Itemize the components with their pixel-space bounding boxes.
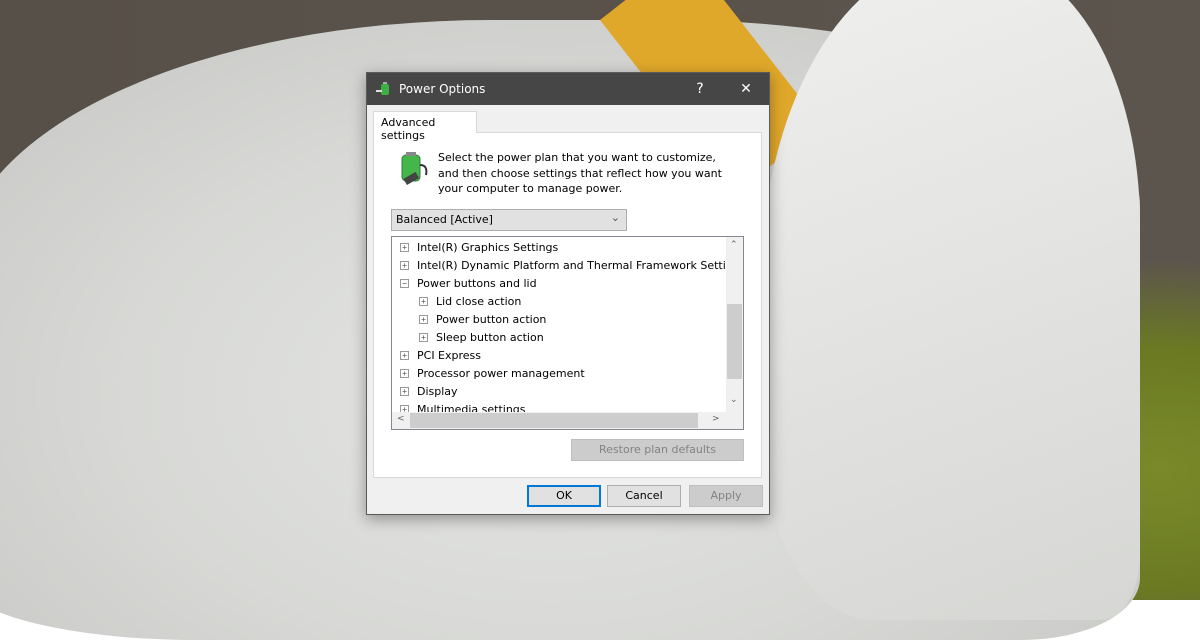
expand-icon[interactable]: + xyxy=(400,368,409,378)
power-options-dialog: Power Options ? ✕ Advanced settings Sele… xyxy=(366,72,770,515)
tree-item[interactable]: + PCI Express xyxy=(400,346,481,364)
ok-button[interactable]: OK xyxy=(527,485,601,507)
tree-item[interactable]: + Lid close action xyxy=(419,292,521,310)
wallpaper-petal xyxy=(760,0,1140,620)
tree-item-label: Sleep button action xyxy=(436,330,544,344)
settings-tree[interactable]: + Intel(R) Graphics Settings + Intel(R) Dyn… xyxy=(391,236,744,430)
tree-item-label: Intel(R) Dynamic Platform and Thermal Fr… xyxy=(417,258,744,272)
advanced-settings-panel: Select the power plan that you want to c… xyxy=(373,132,762,478)
tree-item-label: Processor power management xyxy=(417,366,585,380)
tree-item[interactable]: + Intel(R) Graphics Settings xyxy=(400,238,558,256)
horizontal-scrollbar[interactable]: < > xyxy=(392,412,743,429)
expand-icon[interactable]: + xyxy=(400,386,409,396)
chevron-down-icon: ⌄ xyxy=(610,211,620,224)
close-button[interactable]: ✕ xyxy=(723,81,769,97)
apply-button[interactable]: Apply xyxy=(689,485,763,507)
power-options-icon xyxy=(376,82,389,95)
tree-item[interactable]: + Intel(R) Dynamic Platform and Thermal F… xyxy=(400,256,744,274)
help-button[interactable]: ? xyxy=(677,81,723,97)
tree-item[interactable]: + Processor power management xyxy=(400,364,585,382)
tab-advanced-settings[interactable]: Advanced settings xyxy=(373,111,477,142)
tree-item-label: Intel(R) Graphics Settings xyxy=(417,240,559,254)
title-bar[interactable]: Power Options ? ✕ xyxy=(367,73,769,105)
scroll-right-icon[interactable]: > xyxy=(712,414,720,424)
collapse-icon[interactable]: − xyxy=(400,278,409,288)
vertical-scrollbar[interactable]: ⌃ ⌄ xyxy=(726,237,743,412)
tree-item[interactable]: + Display xyxy=(400,382,458,400)
tree-item-label: PCI Express xyxy=(417,348,482,362)
expand-icon[interactable]: + xyxy=(419,296,428,306)
tree-item-label: Display xyxy=(417,384,458,398)
tree-item[interactable]: − Power buttons and lid xyxy=(400,274,537,292)
expand-icon[interactable]: + xyxy=(400,260,409,270)
horizontal-scroll-thumb[interactable] xyxy=(410,413,698,428)
tree-item-label: Lid close action xyxy=(436,294,522,308)
expand-icon[interactable]: + xyxy=(419,314,428,324)
scroll-up-icon[interactable]: ⌃ xyxy=(730,240,738,250)
tree-item-label: Power buttons and lid xyxy=(417,276,537,290)
tree-item-label: Power button action xyxy=(436,312,547,326)
expand-icon[interactable]: + xyxy=(419,332,428,342)
power-plan-select[interactable]: Balanced [Active] ⌄ xyxy=(391,209,627,231)
description-text: Select the power plan that you want to c… xyxy=(438,151,722,195)
power-plan-value: Balanced [Active] xyxy=(396,213,493,226)
tree-item[interactable]: + Power button action xyxy=(419,310,546,328)
restore-plan-defaults-button[interactable]: Restore plan defaults xyxy=(571,439,744,461)
vertical-scroll-thumb[interactable] xyxy=(727,304,742,379)
scroll-left-icon[interactable]: < xyxy=(397,414,405,424)
battery-plug-icon xyxy=(401,152,428,185)
expand-icon[interactable]: + xyxy=(400,350,409,360)
window-title: Power Options xyxy=(399,82,486,96)
expand-icon[interactable]: + xyxy=(400,242,409,252)
cancel-button[interactable]: Cancel xyxy=(607,485,681,507)
tree-item[interactable]: + Sleep button action xyxy=(419,328,544,346)
scroll-down-icon[interactable]: ⌄ xyxy=(730,395,738,405)
